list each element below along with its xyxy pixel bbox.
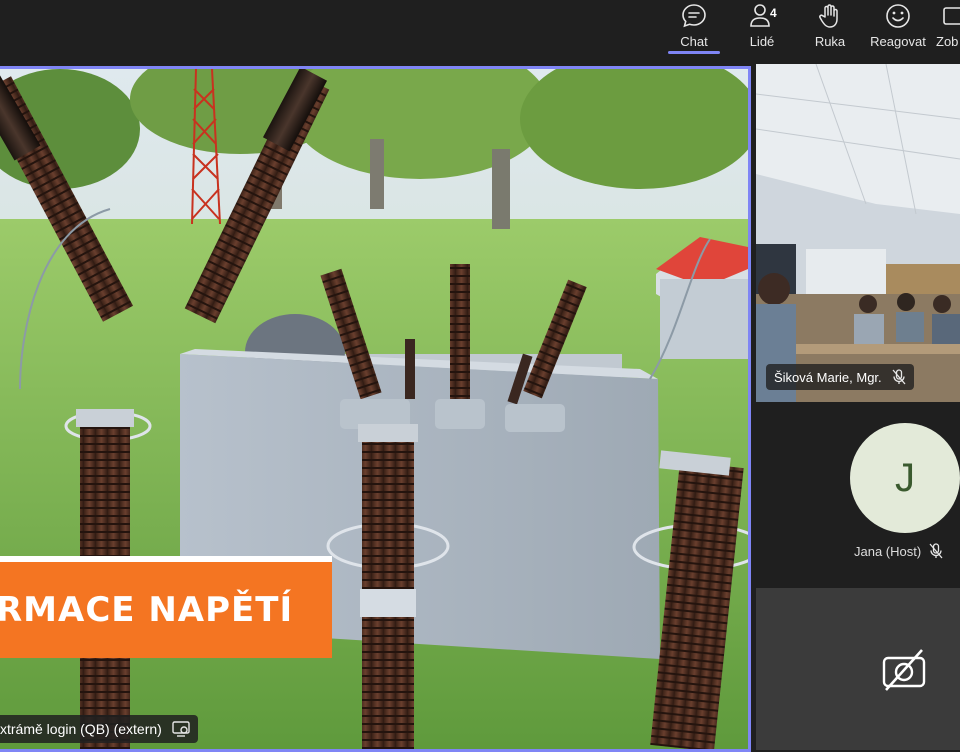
hand-label: Ruka [814, 34, 846, 49]
participant-video-sikova[interactable]: Šiková Marie, Mgr. [756, 64, 960, 402]
participant-name-tag: Šiková Marie, Mgr. [766, 364, 914, 390]
classroom-video [756, 64, 960, 402]
people-label: Lidé [749, 34, 775, 49]
presenter-name-tag: xtrámě login (QB) (extern) [0, 715, 198, 743]
smiley-icon [886, 4, 910, 28]
mic-off-icon [892, 369, 906, 385]
view-button[interactable]: Zob [936, 0, 960, 60]
view-icon [943, 7, 960, 25]
camera-off-icon [882, 649, 926, 691]
raise-hand-button[interactable]: Ruka [804, 0, 856, 60]
avatar-initial: J [895, 455, 915, 500]
react-button[interactable]: Reagovat [866, 0, 930, 60]
presenter-name: xtrámě login (QB) (extern) [0, 721, 162, 737]
view-label: Zob [936, 34, 959, 49]
participant-tile-jana[interactable]: J Jana (Host) [756, 404, 960, 588]
self-preview-tile[interactable] [756, 588, 960, 750]
react-label: Reagovat [870, 34, 926, 49]
banner-text: RMACE NAPĚTÍ [0, 590, 294, 630]
hand-icon [819, 4, 838, 28]
chat-icon [682, 4, 706, 28]
chat-label: Chat [680, 34, 708, 49]
avatar: J [850, 423, 960, 533]
participant-name-row: Jana (Host) [854, 543, 943, 559]
mic-off-icon [929, 543, 943, 559]
shared-screen[interactable]: RMACE NAPĚTÍ xtrámě login (QB) (extern) [0, 66, 751, 752]
chat-button[interactable]: Chat [666, 0, 722, 60]
title-banner: RMACE NAPĚTÍ [0, 556, 332, 658]
participant-name: Jana (Host) [854, 543, 922, 559]
meeting-toolbar: Chat 4 Lidé Ruka Reagovat Zob [0, 0, 960, 62]
people-count-badge: 4 [770, 6, 777, 20]
participant-name: Šiková Marie, Mgr. [774, 369, 882, 385]
screen-share-icon [172, 721, 190, 737]
people-button[interactable]: 4 Lidé [736, 0, 788, 60]
active-indicator [668, 51, 720, 54]
